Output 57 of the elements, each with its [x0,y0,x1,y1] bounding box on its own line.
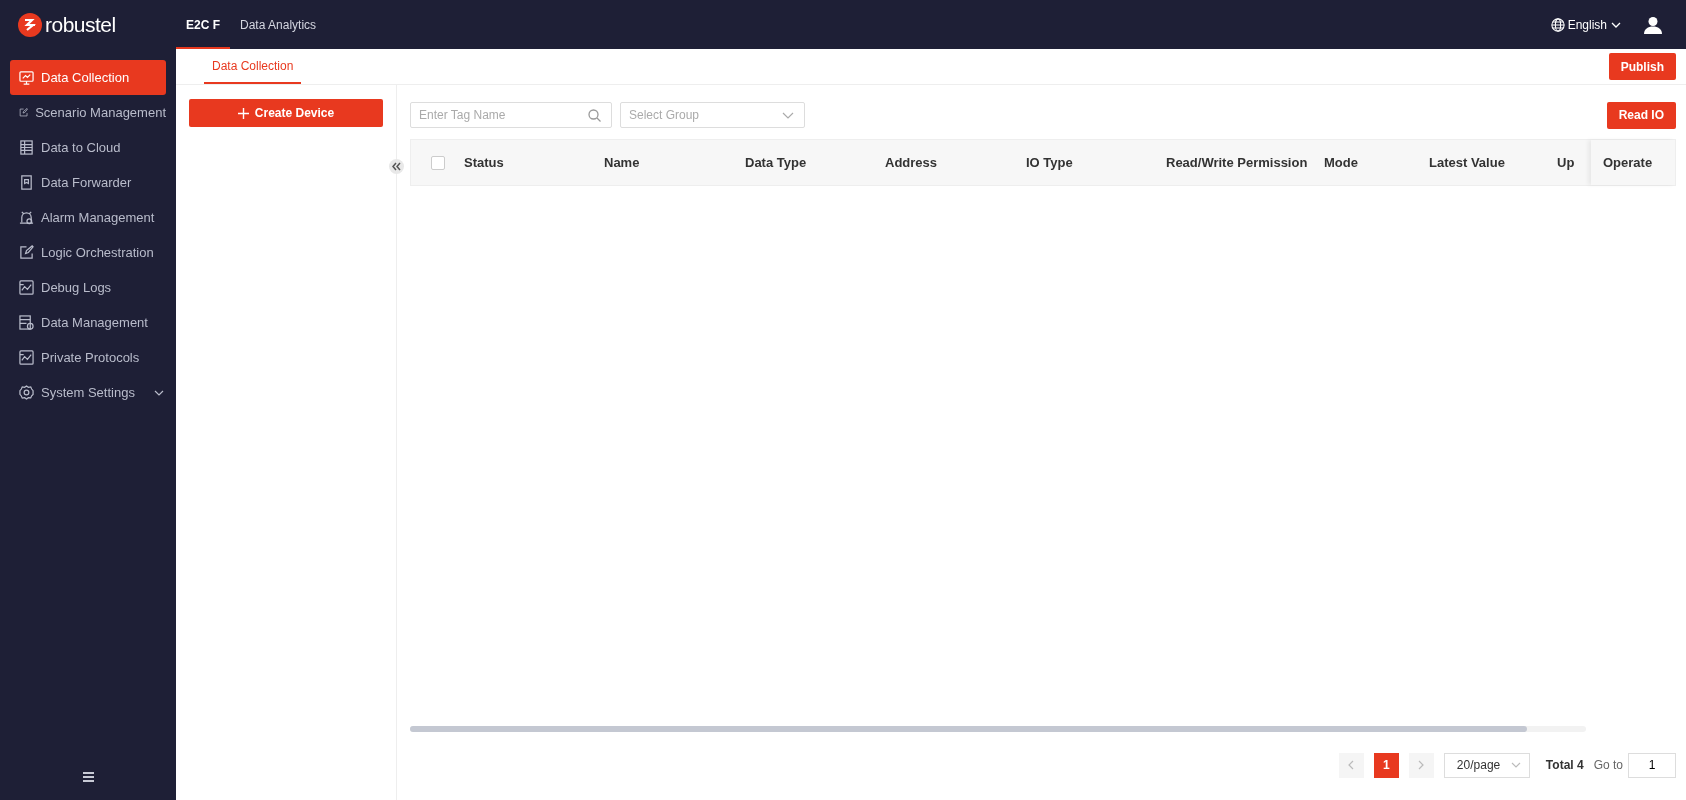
settings-icon [19,385,34,400]
user-icon[interactable] [1644,15,1662,34]
chart-icon [19,280,34,295]
plus-icon [237,107,249,119]
column-header: Read/Write Permission [1166,155,1308,170]
sidebar-item[interactable]: System Settings [10,375,166,410]
monitor-icon [19,70,34,85]
collapse-button[interactable] [389,159,404,174]
column-header: Address [885,155,938,170]
create-device-button[interactable]: Create Device [189,99,383,127]
database-icon [19,315,34,330]
chart-icon [19,350,34,365]
column-header: Up [1557,155,1575,170]
sidebar-item[interactable]: Data to Cloud [10,130,166,165]
logo-text: robustel [45,12,116,37]
total-count: Total 4 [1545,758,1584,772]
document-icon [19,175,34,190]
grid-icon [19,140,34,155]
edit-icon [19,105,29,120]
sidebar-item[interactable]: Private Protocols [10,340,166,375]
alarm-icon [19,210,34,225]
checkbox[interactable] [430,155,445,170]
nav-tab[interactable]: Data Analytics [230,2,327,49]
sidebar-item[interactable]: Debug Logs [10,270,166,305]
page-size-select[interactable]: 20/page [1443,752,1530,778]
search-icon [588,108,601,122]
menu-icon[interactable] [82,772,94,782]
sidebar-item[interactable]: Alarm Management [10,200,166,235]
next-page-button[interactable] [1408,752,1434,778]
scrollbar[interactable] [410,726,1586,732]
column-header: Data Type [745,155,807,170]
read-io-button[interactable]: Read IO [1606,101,1676,129]
chevron-right-icon [1417,760,1426,770]
goto-input[interactable]: 1 [1628,752,1676,778]
tab[interactable]: Data Collection [204,49,302,84]
column-header: IO Type [1026,155,1073,170]
chevron-left-icon [1347,760,1356,770]
previous-page-button[interactable] [1338,752,1364,778]
page-button[interactable]: 1 [1373,752,1399,778]
globe-icon [1550,17,1565,32]
sidebar-item[interactable]: Data Management [10,305,166,340]
column-header: Name [604,155,640,170]
sidebar-item[interactable]: Scenario Management [10,95,166,130]
chevron-down-icon [1510,760,1521,770]
logo-icon [18,12,42,37]
column-header: Operate [1603,155,1653,170]
sidebar-item[interactable]: Data Collection [10,60,166,95]
language-select[interactable]: English [1550,17,1622,32]
column-header: Status [464,155,504,170]
sidebar-item[interactable]: Logic Orchestration [10,235,166,270]
sidebar-item[interactable]: Data Forwarder [10,165,166,200]
column-header: Mode [1324,155,1358,170]
column-header: Latest Value [1429,155,1505,170]
goto-label: Go to [1593,758,1623,772]
edit-icon [19,245,34,260]
search-field[interactable]: Enter Tag Name [410,102,612,128]
publish-button[interactable]: Publish [1608,53,1676,80]
